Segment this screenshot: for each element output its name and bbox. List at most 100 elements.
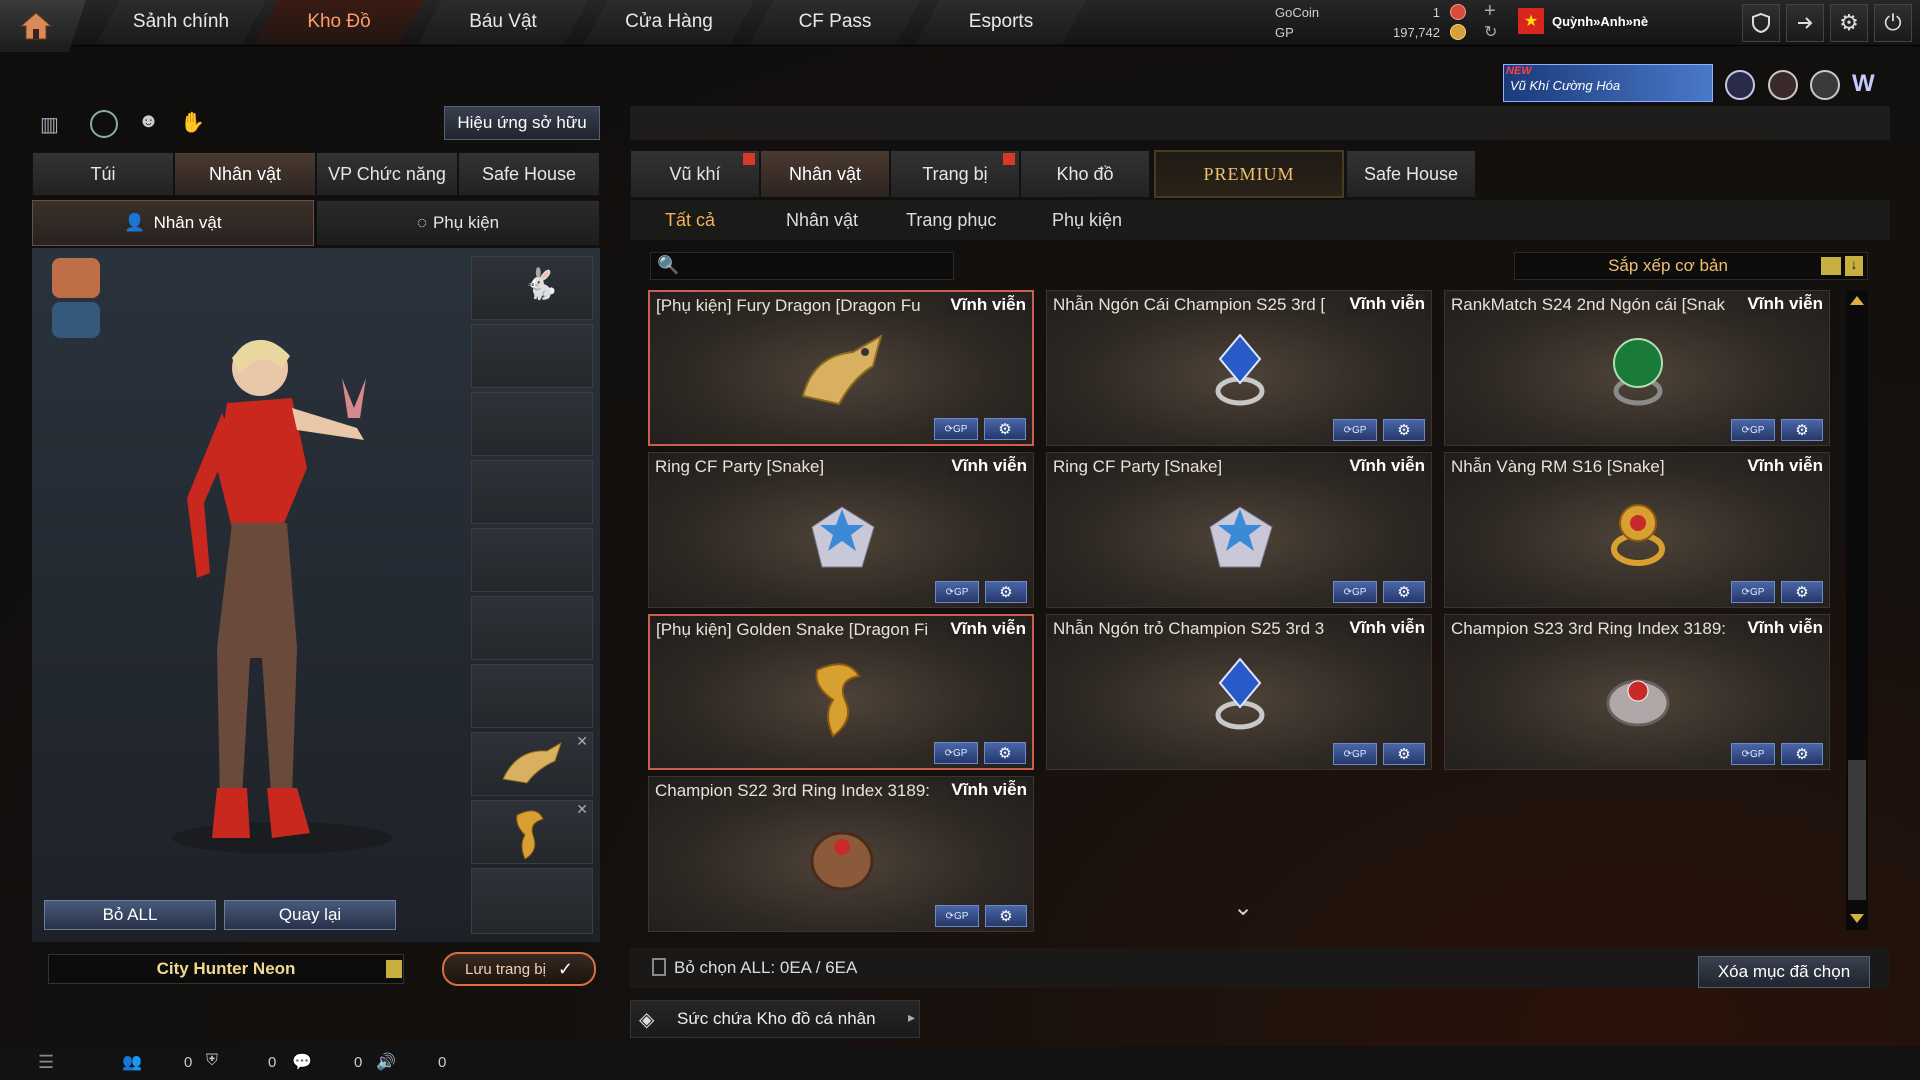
scroll-down-icon[interactable] — [1850, 914, 1864, 923]
slot-body[interactable] — [471, 596, 593, 660]
character-model[interactable] — [132, 318, 432, 878]
slot-backpack[interactable] — [471, 528, 593, 592]
item-card[interactable]: Ring CF Party [Snake] Vĩnh viễn ⟳GP ⚙ — [648, 452, 1034, 608]
item-card[interactable]: Nhẫn Vàng RM S16 [Snake] Vĩnh viễn ⟳GP ⚙ — [1444, 452, 1830, 608]
nav-tab-treasure[interactable]: Báu Vật — [418, 0, 588, 44]
slot-vest[interactable] — [471, 460, 593, 524]
item-card[interactable]: Nhẫn Ngón trỏ Champion S25 3rd 3 Vĩnh vi… — [1046, 614, 1432, 770]
nav-tab-inventory[interactable]: Kho Đồ — [254, 0, 424, 44]
right-tab-storage[interactable]: Kho đồ — [1020, 150, 1150, 198]
right-tab-premium[interactable]: PREMIUM — [1154, 150, 1344, 198]
slot-pants[interactable] — [471, 664, 593, 728]
item-settings-button[interactable]: ⚙ — [984, 742, 1026, 764]
slot-glasses[interactable] — [471, 392, 593, 456]
w-logo-icon[interactable]: W — [1852, 70, 1884, 100]
slot-pet[interactable]: 🐇 — [471, 256, 593, 320]
character-slot-badge-icon[interactable] — [52, 258, 100, 298]
back-button[interactable]: Quay lại — [224, 900, 396, 930]
gp-exchange-button[interactable]: ⟳GP — [1333, 743, 1377, 765]
item-card[interactable]: Nhẫn Ngón Cái Champion S25 3rd [ Vĩnh vi… — [1046, 290, 1432, 446]
left-tab-safehouse[interactable]: Safe House — [458, 152, 600, 196]
subtab-character[interactable]: Nhân vật — [786, 210, 858, 231]
item-card[interactable]: Champion S22 3rd Ring Index 3189: Vĩnh v… — [648, 776, 1034, 932]
item-card[interactable]: Champion S23 3rd Ring Index 3189: Vĩnh v… — [1444, 614, 1830, 770]
slot-accessory-1[interactable]: ✕ — [471, 732, 593, 796]
gp-exchange-button[interactable]: ⟳GP — [935, 581, 979, 603]
add-coin-icon[interactable]: + — [1484, 0, 1496, 23]
star-badge-icon[interactable] — [1810, 70, 1840, 100]
nav-tab-lobby[interactable]: Sảnh chính — [96, 0, 266, 44]
gp-exchange-button[interactable]: ⟳GP — [1333, 419, 1377, 441]
scroll-up-icon[interactable] — [1850, 296, 1864, 305]
item-card[interactable]: Ring CF Party [Snake] Vĩnh viễn ⟳GP ⚙ — [1046, 452, 1432, 608]
search-input[interactable] — [681, 255, 951, 277]
menu-icon[interactable]: ☰ — [38, 1052, 54, 1073]
subtab-costume[interactable]: Trang phục — [906, 210, 996, 231]
item-settings-button[interactable]: ⚙ — [985, 905, 1027, 927]
subtab-all[interactable]: Tất cả — [665, 210, 715, 231]
left-tab-vp-function[interactable]: VP Chức năng — [316, 152, 458, 196]
power-icon[interactable]: ⏻ — [1874, 4, 1912, 42]
slot-helmet[interactable] — [471, 324, 593, 388]
friends-icon[interactable]: 👥 — [122, 1052, 142, 1072]
scroll-thumb[interactable] — [1848, 760, 1866, 900]
left-tab-character[interactable]: Nhân vật — [174, 152, 316, 196]
item-card[interactable]: RankMatch S24 2nd Ngón cái [Snak Vĩnh vi… — [1444, 290, 1830, 446]
remove-all-button[interactable]: Bỏ ALL — [44, 900, 216, 930]
badge-v-icon[interactable] — [1725, 70, 1755, 100]
pose-icon[interactable]: ☻ — [138, 110, 166, 138]
sort-direction-icon[interactable]: ↓ — [1845, 256, 1863, 276]
right-tab-gear[interactable]: Trang bị — [890, 150, 1020, 198]
gp-exchange-button[interactable]: ⟳GP — [1731, 743, 1775, 765]
item-card[interactable]: [Phụ kiện] Fury Dragon [Dragon Fu Vĩnh v… — [648, 290, 1034, 446]
subtab-accessory[interactable]: Phụ kiện — [1052, 210, 1122, 231]
item-settings-button[interactable]: ⚙ — [1781, 581, 1823, 603]
gp-exchange-button[interactable]: ⟳GP — [934, 742, 978, 764]
slot-accessory-2[interactable]: ✕ — [471, 800, 593, 864]
search-box[interactable]: 🔍 — [650, 252, 954, 280]
exit-room-icon[interactable] — [1786, 4, 1824, 42]
character-name-field[interactable]: City Hunter Neon — [48, 954, 404, 984]
sort-list-icon[interactable] — [1821, 257, 1841, 275]
save-equipment-button[interactable]: Lưu trang bị ✓ — [442, 952, 596, 986]
username[interactable]: Quỳnh»Anh»nè — [1552, 14, 1648, 29]
remove-slot-icon[interactable]: ✕ — [576, 733, 588, 750]
right-tab-safehouse[interactable]: Safe House — [1346, 150, 1476, 198]
item-card[interactable]: [Phụ kiện] Golden Snake [Dragon Fi Vĩnh … — [648, 614, 1034, 770]
item-settings-button[interactable]: ⚙ — [1781, 743, 1823, 765]
hand-icon[interactable]: ✋ — [180, 110, 208, 138]
scrollbar[interactable] — [1846, 290, 1868, 930]
nav-tab-cfpass[interactable]: CF Pass — [750, 0, 920, 44]
gp-exchange-button[interactable]: ⟳GP — [1333, 581, 1377, 603]
gp-exchange-button[interactable]: ⟳GP — [1731, 419, 1775, 441]
right-tab-character[interactable]: Nhân vật — [760, 150, 890, 198]
gp-exchange-button[interactable]: ⟳GP — [935, 905, 979, 927]
nav-tab-esports[interactable]: Esports — [916, 0, 1086, 44]
expand-arrow-icon[interactable]: ▸ — [908, 1009, 915, 1026]
delete-selected-button[interactable]: Xóa mục đã chọn — [1698, 956, 1870, 988]
owned-effect-button[interactable]: Hiệu ứng sở hữu — [444, 106, 600, 140]
gp-exchange-button[interactable]: ⟳GP — [934, 418, 978, 440]
item-settings-button[interactable]: ⚙ — [984, 418, 1026, 440]
nav-tab-shop[interactable]: Cửa Hàng — [584, 0, 754, 44]
sort-dropdown[interactable]: Sắp xếp cơ bản ↓ — [1514, 252, 1868, 280]
refresh-icon[interactable]: ↻ — [1484, 22, 1497, 42]
left-subtab-accessory[interactable]: ◌ Phụ kiện — [316, 200, 600, 246]
shield-icon[interactable] — [1742, 4, 1780, 42]
capacity-bar[interactable]: ◈ Sức chứa Kho đồ cá nhân ▸ — [630, 1000, 920, 1038]
gear-icon[interactable]: ⚙ — [1830, 4, 1868, 42]
stats-icon[interactable]: ▥ — [40, 112, 66, 138]
character-slot-badge2-icon[interactable] — [52, 302, 100, 338]
scroll-more-chevron-icon[interactable]: ⌄ — [1228, 896, 1258, 920]
clan-shield-icon[interactable]: ⛨ — [206, 1052, 218, 1070]
select-all-status[interactable]: Bỏ chọn ALL: 0EA / 6EA — [674, 958, 857, 978]
promo-banner[interactable]: NEW Vũ Khí Cường Hóa — [1503, 64, 1713, 102]
item-settings-button[interactable]: ⚙ — [985, 581, 1027, 603]
item-settings-button[interactable]: ⚙ — [1383, 419, 1425, 441]
item-settings-button[interactable]: ⚙ — [1781, 419, 1823, 441]
slot-ring[interactable] — [471, 868, 593, 934]
chat-icon[interactable]: 💬 — [292, 1052, 312, 1072]
left-tab-bag[interactable]: Túi — [32, 152, 174, 196]
remove-slot-icon[interactable]: ✕ — [576, 801, 588, 818]
speaker-icon[interactable]: 🔊 — [376, 1052, 396, 1072]
